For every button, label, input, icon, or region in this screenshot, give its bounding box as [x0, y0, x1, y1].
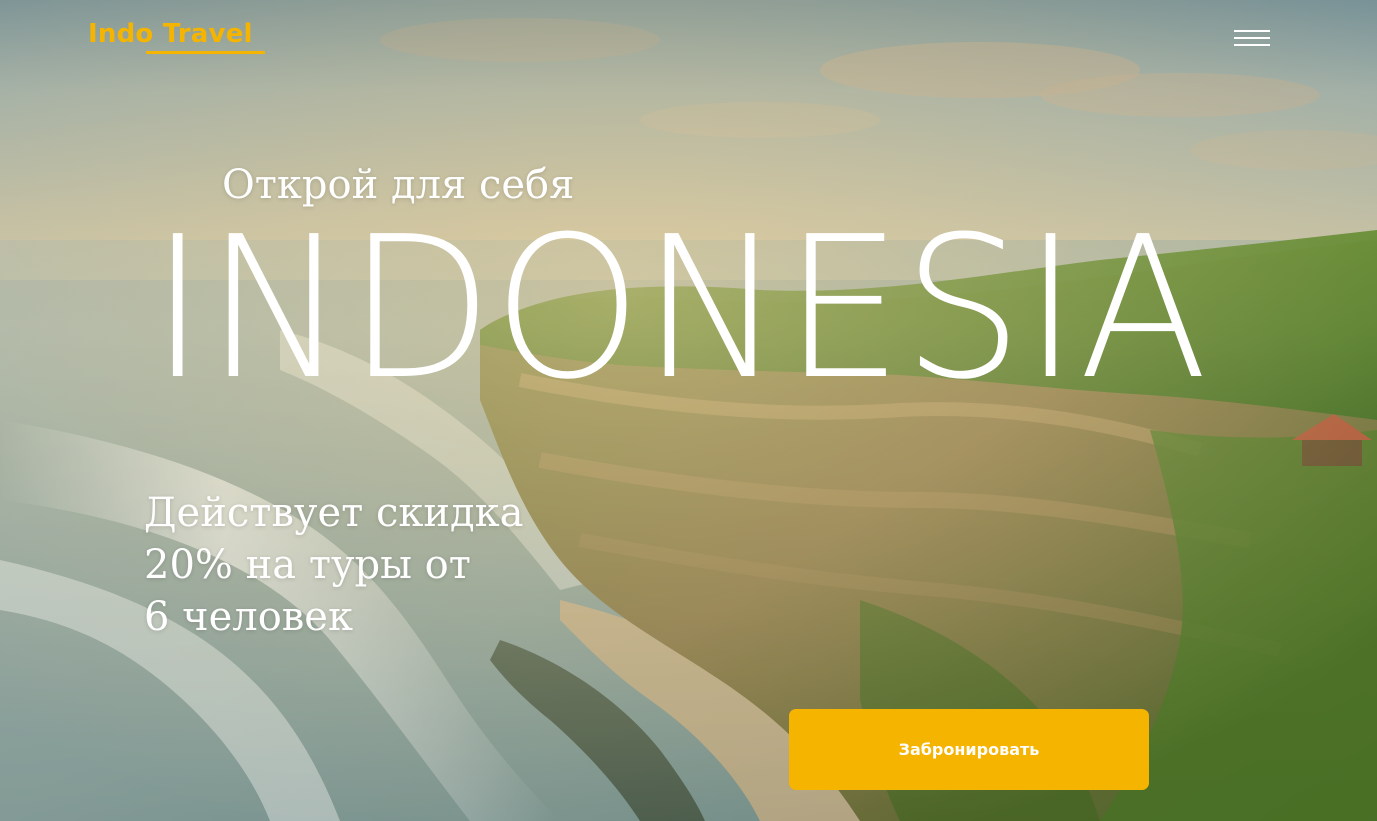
hamburger-line: [1234, 37, 1270, 39]
logo[interactable]: Indo Travel: [88, 16, 253, 52]
logo-underline: [146, 51, 265, 54]
discount-text: Действует скидка 20% на туры от 6 челове…: [144, 487, 584, 643]
hero-subtitle: Открой для себя: [222, 162, 575, 208]
hero-section: Indo Travel Открой для себя INDONESIA Де…: [0, 0, 1377, 821]
hamburger-menu-icon[interactable]: [1224, 22, 1280, 54]
discount-line: Действует скидка: [144, 490, 524, 536]
hero-title-text: INDONESIA: [150, 228, 1208, 388]
hamburger-line: [1234, 30, 1270, 32]
hero-title: INDONESIA: [150, 228, 1208, 388]
hamburger-line: [1234, 44, 1270, 46]
hero-background-image: [0, 0, 1377, 821]
book-button[interactable]: Забронировать: [789, 709, 1149, 790]
discount-line: 20% на туры от: [144, 542, 471, 588]
discount-line: 6 человек: [144, 594, 353, 640]
